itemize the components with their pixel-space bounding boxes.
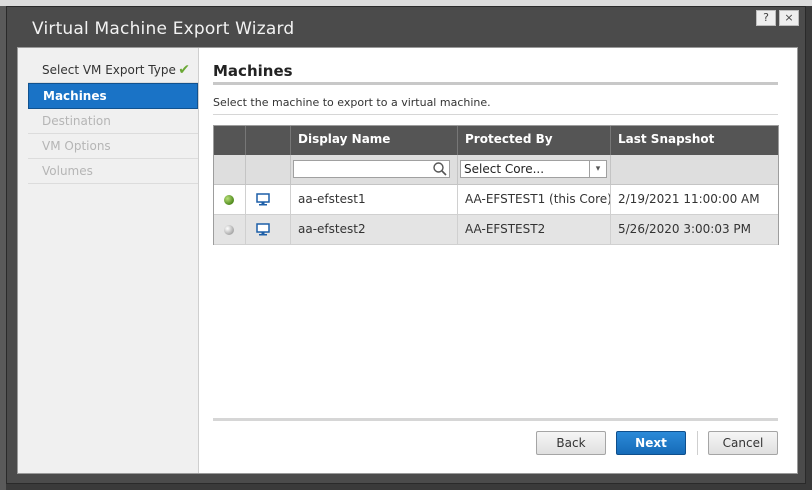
last-snapshot: 5/26/2020 3:00:03 PM <box>618 222 752 236</box>
protected-by: AA-EFSTEST1 (this Core) <box>458 185 611 214</box>
title-divider <box>213 82 778 85</box>
subtitle-divider <box>213 114 778 115</box>
dialog-title: Virtual Machine Export Wizard <box>32 19 295 39</box>
machine-icon <box>256 223 270 236</box>
wizard-steps: Select VM Export Type ✔ Machines Destina… <box>18 48 199 473</box>
core-select-value: Select Core... <box>464 162 545 176</box>
footer-divider <box>213 418 778 421</box>
filter-cell-type <box>246 155 291 184</box>
step-machines[interactable]: Machines <box>28 83 198 109</box>
step-volumes: Volumes <box>28 159 198 184</box>
close-button[interactable]: × <box>779 10 799 26</box>
status-cell <box>214 185 246 214</box>
table-header: Display Name Protected By Last Snapshot <box>214 126 778 155</box>
filter-cell-protected-by: Select Core... ▾ <box>458 155 611 184</box>
machine-name: aa-efstest2 <box>291 215 458 244</box>
table-row[interactable]: aa-efstest1 AA-EFSTEST1 (this Core) 2/19… <box>214 185 778 215</box>
checkmark-icon: ✔ <box>178 62 190 78</box>
column-header-type[interactable] <box>246 126 291 155</box>
machine-name: aa-efstest1 <box>291 185 458 214</box>
status-cell <box>214 215 246 244</box>
help-button[interactable]: ? <box>756 10 776 26</box>
export-wizard-dialog: Virtual Machine Export Wizard ? × Select… <box>6 6 806 484</box>
table-row[interactable]: aa-efstest2 AA-EFSTEST2 5/26/2020 3:00:0… <box>214 215 778 245</box>
machines-table: Display Name Protected By Last Snapshot <box>213 125 779 245</box>
machines-panel: Machines Select the machine to export to… <box>213 48 783 473</box>
step-destination: Destination <box>28 109 198 134</box>
step-label: Select VM Export Type <box>42 63 176 77</box>
chevron-down-icon[interactable]: ▾ <box>589 161 606 177</box>
column-header-last-snapshot[interactable]: Last Snapshot <box>611 126 776 155</box>
cancel-button[interactable]: Cancel <box>708 431 778 455</box>
step-label: Destination <box>42 114 111 128</box>
column-header-status[interactable] <box>214 126 246 155</box>
machine-icon <box>256 193 270 206</box>
next-button[interactable]: Next <box>616 431 686 455</box>
wizard-content: Select VM Export Type ✔ Machines Destina… <box>17 47 798 474</box>
column-header-protected-by[interactable]: Protected By <box>458 126 611 155</box>
step-select-vm-export-type[interactable]: Select VM Export Type ✔ <box>28 58 198 83</box>
status-offline-icon <box>224 224 234 235</box>
protected-by: AA-EFSTEST2 <box>458 215 611 244</box>
column-header-display-name[interactable]: Display Name <box>291 126 458 155</box>
step-vm-options: VM Options <box>28 134 198 159</box>
title-controls: ? × <box>753 10 799 26</box>
name-filter-input[interactable] <box>293 160 450 178</box>
page-subtitle: Select the machine to export to a virtua… <box>213 96 491 109</box>
filter-cell-name <box>291 155 458 184</box>
back-button[interactable]: Back <box>536 431 606 455</box>
step-label: VM Options <box>42 139 111 153</box>
filter-cell-status <box>214 155 246 184</box>
core-select[interactable]: Select Core... ▾ <box>460 160 607 178</box>
status-online-icon <box>224 194 234 205</box>
last-snapshot: 2/19/2021 11:00:00 AM <box>618 192 760 206</box>
step-label: Machines <box>43 89 107 103</box>
filter-cell-last-snapshot <box>611 155 776 184</box>
step-label: Volumes <box>42 164 93 178</box>
button-separator <box>697 431 698 455</box>
type-cell <box>246 215 291 244</box>
page-title: Machines <box>213 62 293 80</box>
filter-row: Select Core... ▾ <box>214 155 778 185</box>
search-icon[interactable] <box>432 161 448 177</box>
type-cell <box>246 185 291 214</box>
